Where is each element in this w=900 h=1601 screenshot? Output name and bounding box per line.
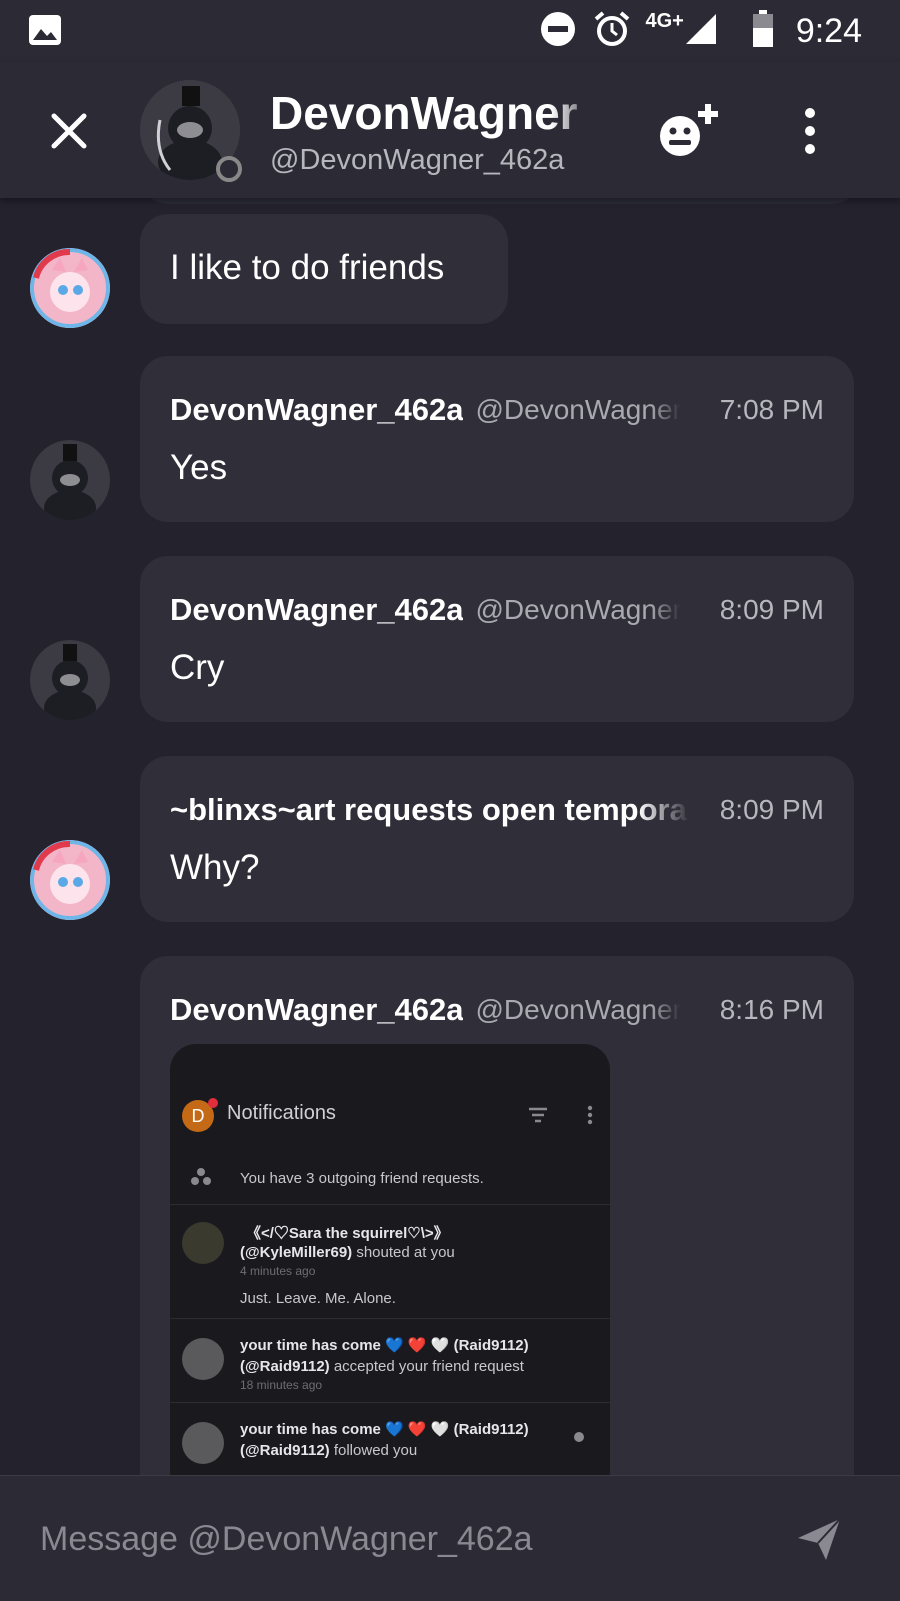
divider: [170, 1402, 610, 1403]
devon-avatar[interactable]: [30, 440, 110, 520]
attachment-notifications-header: D Notifications: [182, 1096, 602, 1136]
image-icon: [28, 14, 62, 51]
notification-nick: (Raid9112): [453, 1337, 529, 1354]
send-icon: [798, 1518, 841, 1560]
message-handle: @DevonWagner_462a: [475, 594, 682, 625]
notification-name: 《</♡Sara the squirrel♡\>》: [246, 1225, 449, 1242]
message-timestamp: 8:09 PM: [719, 794, 824, 825]
more-vertical-icon: [805, 108, 815, 154]
unread-dot: [574, 1432, 584, 1442]
message-header: DevonWagner_462a @DevonWagner_462a 8:16 P…: [170, 992, 824, 1032]
network-type: 4G+: [645, 10, 684, 32]
more-options-button[interactable]: [792, 106, 828, 156]
notification-time: 18 minutes ago: [240, 1378, 323, 1392]
message-composer: [0, 1475, 900, 1601]
notification-action: followed you: [333, 1442, 418, 1459]
message-bubble[interactable]: DevonWagner_462a @DevonWagner_462a 7:08 P…: [140, 356, 854, 522]
more-vertical-icon: [587, 1105, 593, 1125]
notification-action: accepted your friend request: [333, 1358, 524, 1375]
notification-name: your time has come: [240, 1337, 381, 1354]
status-bar: 4G+ 9:24: [0, 0, 900, 62]
notification-time: 4 minutes ago: [240, 1264, 316, 1278]
clock: 9:24: [795, 12, 862, 50]
message-list[interactable]: I like to do friends DevonWagner_462a @De…: [0, 198, 900, 1475]
battery-icon: [752, 10, 774, 53]
notification-hearts: 💙 ❤️ 🤍: [385, 1421, 450, 1438]
divider: [170, 1318, 610, 1319]
message-text: Cry: [170, 648, 225, 687]
header-display-name: DevonWagner: [270, 87, 578, 139]
header-handle: @DevonWagner_462a: [270, 144, 565, 176]
notification-handle: (@Raid9112): [240, 1358, 330, 1375]
notification-handle: (@Raid9112): [240, 1442, 330, 1459]
divider: [170, 1204, 610, 1205]
message-header: DevonWagner_462a @DevonWagner_462a 8:09 P…: [170, 592, 824, 632]
message-author[interactable]: DevonWagner_462a: [170, 392, 463, 428]
blinxs-avatar[interactable]: [30, 840, 110, 920]
message-header: ~blinxs~art requests open temporarily 8:…: [170, 792, 824, 832]
notification-avatar: [182, 1422, 224, 1464]
add-friend-button[interactable]: [656, 102, 724, 162]
add-friend-icon: [660, 104, 718, 156]
message-timestamp: 8:16 PM: [719, 994, 824, 1025]
notification-nick: (Raid9112): [453, 1421, 529, 1438]
message-bubble[interactable]: DevonWagner_462a @DevonWagner_462a 8:16 P…: [140, 956, 854, 1475]
notification-handle: (@KyleMiller69): [240, 1244, 353, 1261]
message-text: Why?: [170, 848, 260, 887]
dm-header: DevonWagner @DevonWagner_462a: [0, 62, 900, 198]
notification-avatar: [182, 1338, 224, 1380]
message-bubble[interactable]: ~blinxs~art requests open temporarily 8:…: [140, 756, 854, 922]
notification-hearts: 💙 ❤️ 🤍: [385, 1337, 450, 1354]
image-attachment[interactable]: D Notifications You have 3 outgoing frie…: [170, 1044, 610, 1475]
filter-icon: [529, 1107, 547, 1123]
message-author[interactable]: DevonWagner_462a: [170, 992, 463, 1028]
message-text: Yes: [170, 448, 228, 487]
attachment-title: Notifications: [227, 1102, 336, 1124]
send-button[interactable]: [796, 1516, 842, 1562]
dnd-icon: [539, 10, 577, 53]
close-button[interactable]: [46, 108, 92, 154]
notification-body: Just. Leave. Me. Alone.: [240, 1290, 396, 1307]
notification-action: shouted at you: [356, 1244, 455, 1261]
message-input[interactable]: [40, 1514, 720, 1564]
notification-dot: [208, 1098, 218, 1108]
message-handle: @DevonWagner_462a: [475, 394, 682, 425]
notification-name: your time has come: [240, 1421, 381, 1438]
message-author[interactable]: DevonWagner_462a: [170, 592, 463, 628]
message-author[interactable]: ~blinxs~art requests open temporarily: [170, 792, 690, 828]
message-text: I like to do friends: [170, 248, 445, 287]
offline-status-indicator: [216, 156, 242, 182]
notification-avatar: [182, 1222, 224, 1264]
message-handle: @DevonWagner_462a: [475, 994, 682, 1025]
message-header: DevonWagner_462a @DevonWagner_462a 7:08 P…: [170, 392, 824, 432]
close-icon: [51, 113, 87, 149]
previous-message-bubble: [140, 198, 860, 204]
message-timestamp: 8:09 PM: [719, 594, 824, 625]
outgoing-requests-text: You have 3 outgoing friend requests.: [240, 1170, 484, 1187]
message-bubble[interactable]: I like to do friends: [140, 214, 508, 324]
friend-requests-icon: [191, 1168, 211, 1185]
message-bubble[interactable]: DevonWagner_462a @DevonWagner_462a 8:09 P…: [140, 556, 854, 722]
message-timestamp: 7:08 PM: [719, 394, 824, 425]
devon-avatar[interactable]: [30, 640, 110, 720]
blinxs-avatar[interactable]: [30, 248, 110, 328]
signal-icon: [684, 12, 718, 51]
alarm-icon: [593, 10, 631, 53]
